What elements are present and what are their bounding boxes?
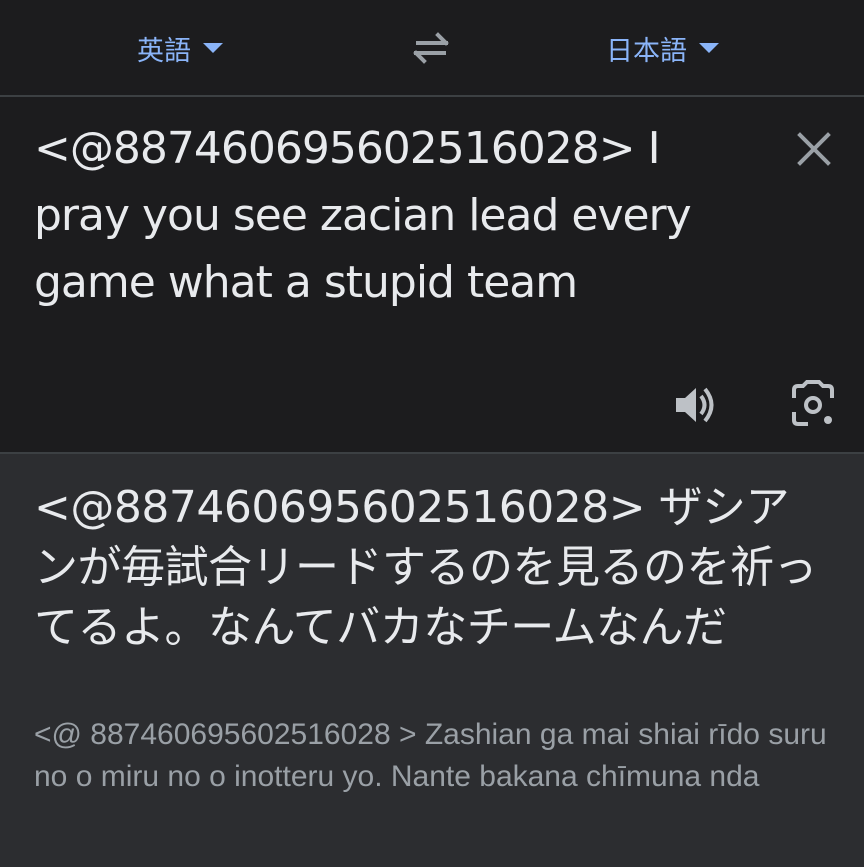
swap-languages-button[interactable] (408, 26, 454, 68)
listen-button[interactable] (672, 383, 720, 427)
source-panel: <@887460695602516028> I pray you see zac… (0, 97, 864, 454)
swap-arrows-icon (413, 32, 449, 64)
camera-lens-button[interactable] (788, 380, 838, 430)
source-language-label: 英語 (137, 35, 191, 67)
translation-text: <@887460695602516028> ザシアンが毎試合リードするのを見るの… (34, 482, 818, 653)
source-text-input[interactable]: <@887460695602516028> I pray you see zac… (34, 115, 754, 316)
clear-button[interactable] (792, 127, 836, 171)
target-language-label: 日本語 (606, 35, 687, 67)
target-language-selector[interactable]: 日本語 (606, 28, 719, 68)
chevron-down-icon (203, 43, 223, 53)
source-language-selector[interactable]: 英語 (137, 28, 223, 68)
close-icon (797, 132, 831, 166)
translate-app: 英語 日本語 <@887460695602516028> I pray you … (0, 0, 864, 867)
translation-result-panel: <@887460695602516028> ザシアンが毎試合リードするのを見るの… (0, 454, 864, 867)
speaker-icon (676, 387, 714, 423)
chevron-down-icon (699, 43, 719, 53)
camera-lens-icon (792, 380, 834, 426)
language-bar: 英語 日本語 (0, 0, 864, 97)
transliteration-text: <@ 887460695602516028 > Zashian ga mai s… (34, 718, 827, 793)
